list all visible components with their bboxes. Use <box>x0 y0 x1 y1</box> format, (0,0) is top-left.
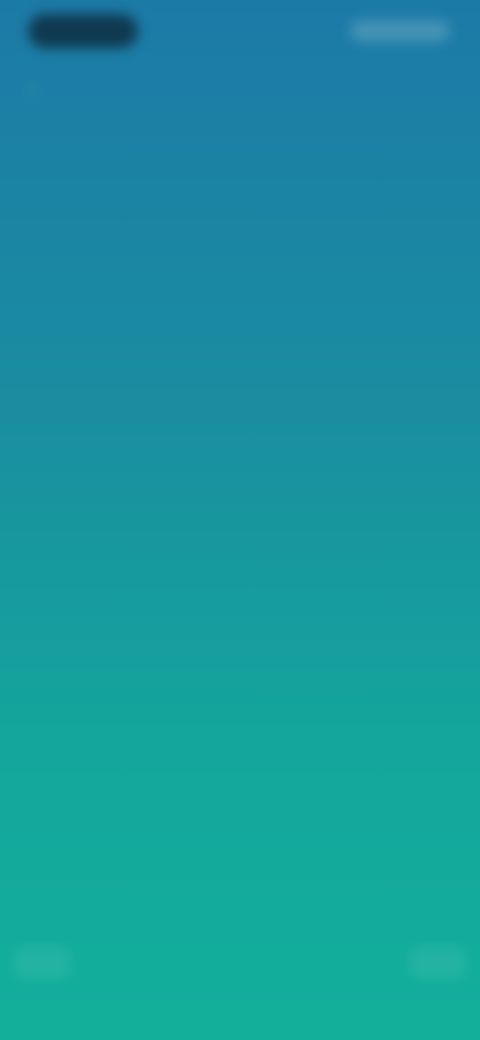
center-message-line-1 <box>60 440 420 480</box>
status-icons <box>350 20 450 42</box>
chevron-left-icon: ‹ <box>28 75 36 100</box>
center-message-line-2 <box>60 480 420 520</box>
bottom-left-button[interactable] <box>14 948 70 978</box>
bottom-right-button[interactable] <box>410 948 466 978</box>
status-pill <box>28 14 138 48</box>
back-button[interactable]: ‹ <box>14 74 50 102</box>
center-message <box>60 440 420 520</box>
